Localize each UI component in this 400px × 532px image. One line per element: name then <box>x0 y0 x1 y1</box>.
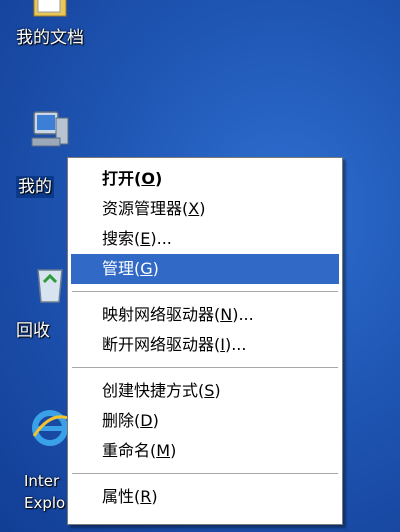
menu-item-suffix: ) <box>214 381 221 400</box>
computer-icon <box>31 111 69 147</box>
menu-item-search[interactable]: 搜索(E)... <box>68 224 342 254</box>
menu-item-rename[interactable]: 重命名(M) <box>68 436 342 466</box>
menu-item-suffix: )... <box>224 335 247 354</box>
menu-item-suffix: ) <box>152 411 159 430</box>
menu-item-accel: D <box>140 411 153 430</box>
folder-documents-icon <box>33 0 67 17</box>
desktop-icon-label: 我的文档 <box>16 28 84 48</box>
menu-item-label: 管理( <box>102 259 141 278</box>
menu-item-label: 映射网络驱动器( <box>102 305 221 324</box>
menu-item-suffix: ) <box>154 169 163 188</box>
context-menu: 打开(O) 资源管理器(X) 搜索(E)... 管理(G) 映射网络驱动器(N)… <box>67 157 343 525</box>
menu-item-label: 搜索( <box>102 229 141 248</box>
desktop-icon-my-documents[interactable]: 我的文档 <box>0 0 110 60</box>
menu-item-accel: O <box>141 169 155 188</box>
menu-item-open[interactable]: 打开(O) <box>68 164 342 194</box>
menu-item-accel: X <box>188 199 200 218</box>
menu-item-map-network-drive[interactable]: 映射网络驱动器(N)... <box>68 300 342 330</box>
recycle-bin-icon <box>37 269 63 303</box>
menu-item-accel: E <box>140 229 151 248</box>
desktop-icon-label: Explo <box>24 494 66 512</box>
menu-item-disconnect-network-drive[interactable]: 断开网络驱动器(I)... <box>68 330 342 360</box>
menu-item-accel: S <box>204 381 215 400</box>
menu-item-label: 删除( <box>102 411 141 430</box>
menu-item-suffix: )... <box>232 305 254 324</box>
menu-item-label: 资源管理器( <box>102 199 189 218</box>
menu-item-accel: M <box>156 441 171 460</box>
menu-item-delete[interactable]: 删除(D) <box>68 406 342 436</box>
menu-item-suffix: ) <box>170 441 177 460</box>
desktop-icon-label: 我的 <box>16 176 54 198</box>
menu-item-label: 重命名( <box>102 441 157 460</box>
menu-item-explore[interactable]: 资源管理器(X) <box>68 194 342 224</box>
internet-explorer-icon <box>32 410 69 446</box>
menu-item-suffix: )... <box>150 229 172 248</box>
menu-item-suffix: ) <box>151 487 158 506</box>
menu-separator <box>72 291 338 292</box>
menu-item-label: 创建快捷方式( <box>102 381 205 400</box>
menu-item-properties[interactable]: 属性(R) <box>68 482 342 512</box>
menu-item-suffix: ) <box>152 259 159 278</box>
desktop-icon-label: 回收 <box>16 321 50 341</box>
menu-item-label: 断开网络驱动器( <box>102 335 221 354</box>
menu-item-accel: N <box>220 305 233 324</box>
menu-item-accel: G <box>140 259 153 278</box>
menu-item-label: 属性( <box>102 487 141 506</box>
menu-item-suffix: ) <box>199 199 206 218</box>
menu-item-accel: R <box>140 487 152 506</box>
desktop-icon-label: Inter <box>24 472 60 490</box>
menu-item-manage[interactable]: 管理(G) <box>71 254 339 284</box>
menu-item-create-shortcut[interactable]: 创建快捷方式(S) <box>68 376 342 406</box>
menu-separator <box>72 473 338 474</box>
menu-separator <box>72 367 338 368</box>
menu-item-label: 打开( <box>102 169 142 188</box>
